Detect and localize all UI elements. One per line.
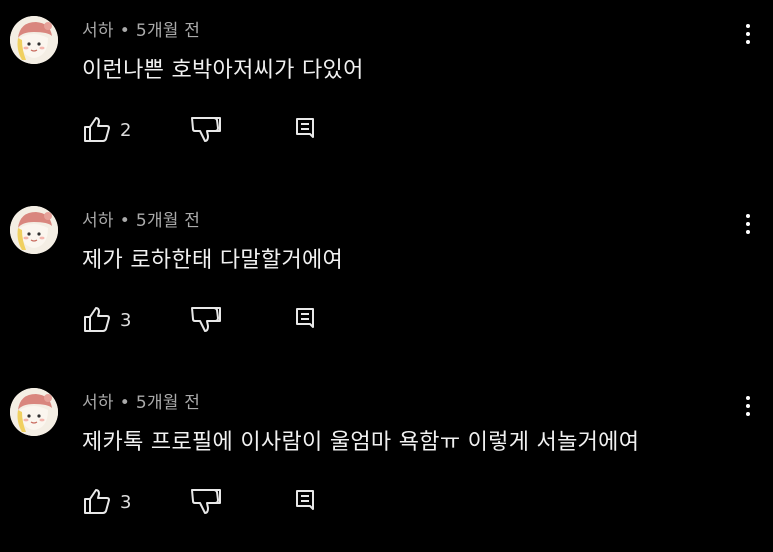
avatar[interactable]	[10, 206, 58, 254]
like-count: 3	[120, 310, 132, 331]
like-count: 3	[120, 492, 132, 513]
comment-time[interactable]: 5개월 전	[136, 21, 200, 41]
comment-time[interactable]: 5개월 전	[136, 393, 200, 413]
meta-separator: •	[119, 393, 130, 413]
dislike-button[interactable]	[190, 488, 222, 518]
comment-item: 서하 • 5개월 전 이런나쁜 호박아저씨가 다있어 2	[0, 0, 773, 180]
like-button[interactable]: 3	[82, 304, 131, 338]
reply-button[interactable]	[294, 116, 316, 146]
thumbs-down-icon	[190, 114, 222, 148]
thumbs-up-icon	[82, 304, 112, 338]
dislike-button[interactable]	[190, 116, 222, 146]
comment-text: 제가 로하한태 다말할거에여	[82, 248, 344, 273]
avatar[interactable]	[10, 16, 58, 64]
more-vert-icon[interactable]	[740, 24, 756, 54]
avatar[interactable]	[10, 388, 58, 436]
like-button[interactable]: 2	[82, 114, 131, 148]
like-button[interactable]: 3	[82, 486, 131, 520]
author-name[interactable]: 서하	[82, 211, 114, 231]
comment-meta: 서하 • 5개월 전	[82, 206, 200, 231]
thumbs-up-icon	[82, 114, 112, 148]
more-vert-icon[interactable]	[740, 214, 756, 244]
like-count: 2	[120, 120, 132, 141]
dislike-button[interactable]	[190, 306, 222, 336]
comment-meta: 서하 • 5개월 전	[82, 16, 200, 41]
meta-separator: •	[119, 21, 130, 41]
comment-text: 이런나쁜 호박아저씨가 다있어	[82, 58, 364, 83]
comment-time[interactable]: 5개월 전	[136, 211, 200, 231]
thumbs-up-icon	[82, 486, 112, 520]
reply-icon	[294, 486, 316, 520]
author-name[interactable]: 서하	[82, 393, 114, 413]
more-vert-icon[interactable]	[740, 396, 756, 426]
comment-meta: 서하 • 5개월 전	[82, 388, 200, 413]
author-name[interactable]: 서하	[82, 21, 114, 41]
comment-item: 서하 • 5개월 전 제가 로하한태 다말할거에여 3	[0, 190, 773, 370]
comment-item: 서하 • 5개월 전 제카톡 프로필에 이사람이 울엄마 욕함ㅠ 이렇게 서놀거에여…	[0, 372, 773, 552]
thumbs-down-icon	[190, 304, 222, 338]
reply-icon	[294, 304, 316, 338]
reply-button[interactable]	[294, 488, 316, 518]
reply-icon	[294, 114, 316, 148]
reply-button[interactable]	[294, 306, 316, 336]
thumbs-down-icon	[190, 486, 222, 520]
meta-separator: •	[119, 211, 130, 231]
comment-text: 제카톡 프로필에 이사람이 울엄마 욕함ㅠ 이렇게 서놀거에여	[82, 430, 640, 455]
